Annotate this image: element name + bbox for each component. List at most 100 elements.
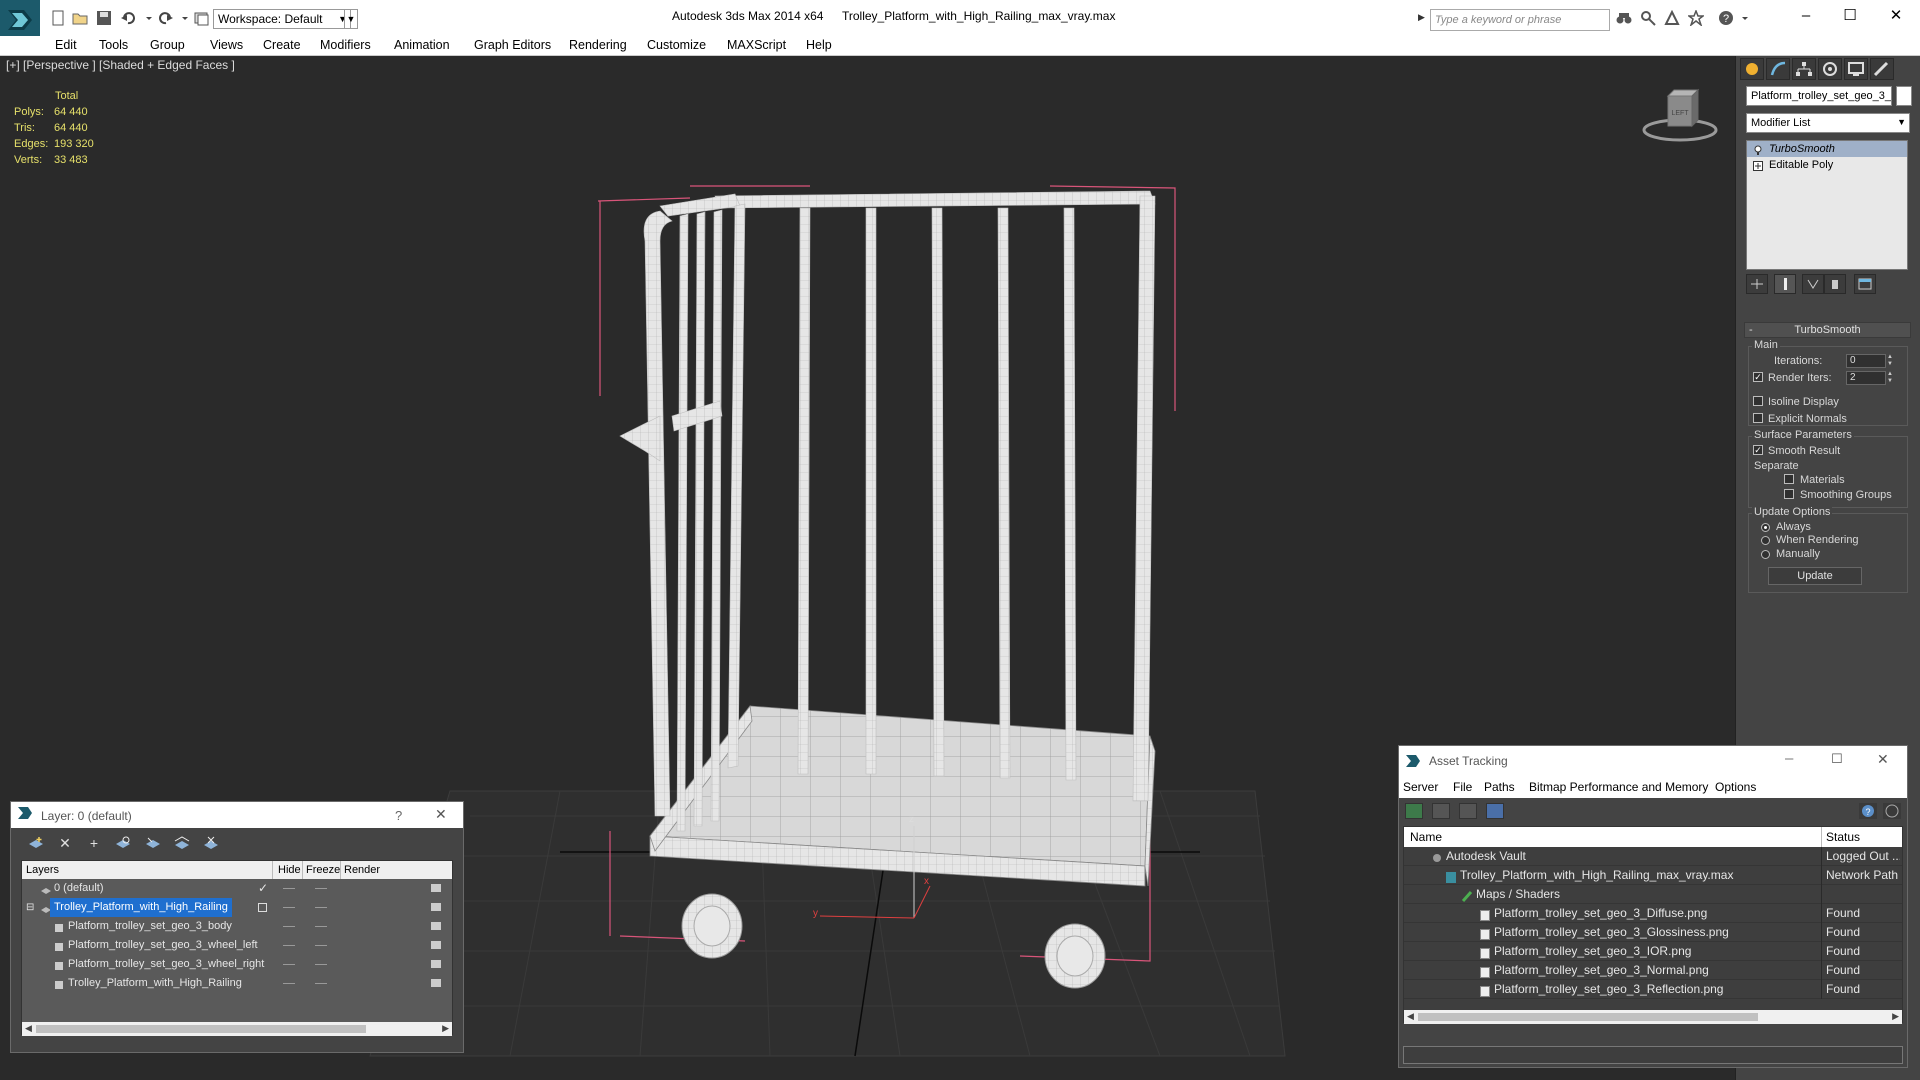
close-icon[interactable]: ✕	[435, 806, 447, 823]
subscription-icon[interactable]	[1664, 9, 1680, 26]
tab-hierarchy[interactable]	[1792, 58, 1816, 80]
help-icon[interactable]: ?	[1859, 803, 1877, 819]
asset-menu-file[interactable]: File	[1453, 780, 1472, 794]
delete-layer-icon[interactable]: ✕	[56, 835, 74, 851]
scroll-right-icon[interactable]: ▶	[1892, 1011, 1899, 1022]
when-rendering-radio[interactable]	[1761, 536, 1770, 545]
asset-row-texture[interactable]: Platform_trolley_set_geo_3_IOR.png Found	[1404, 942, 1902, 961]
spinner-arrows-icon[interactable]: ▲ ▼	[1886, 371, 1894, 385]
binoculars-icon[interactable]	[1616, 10, 1632, 26]
menu-graph-editors[interactable]: Graph Editors	[474, 38, 551, 52]
menu-rendering[interactable]: Rendering	[569, 38, 627, 52]
scrollbar-thumb[interactable]	[1418, 1013, 1758, 1021]
layer-row-selected[interactable]: ⊟ Trolley_Platform_with_High_Railing	[22, 898, 452, 917]
workspace-dropdown[interactable]: Workspace: Default ▼	[213, 9, 351, 29]
render-teapot-icon[interactable]	[431, 884, 441, 892]
show-end-result-button[interactable]	[1774, 274, 1796, 294]
asset-row-texture[interactable]: Platform_trolley_set_geo_3_Diffuse.png F…	[1404, 904, 1902, 923]
hide-all-layers-icon[interactable]	[173, 835, 191, 851]
layer-dialog-titlebar[interactable]: Layer: 0 (default) ? ✕	[11, 802, 463, 828]
menu-modifiers[interactable]: Modifiers	[320, 38, 371, 52]
asset-row-maps-folder[interactable]: Maps / Shaders	[1404, 885, 1902, 904]
menu-edit[interactable]: Edit	[55, 38, 77, 52]
new-file-icon[interactable]	[50, 10, 66, 26]
modifier-list-dropdown[interactable]: Modifier List ▼	[1746, 113, 1910, 133]
collapse-icon[interactable]: ⊟	[26, 898, 34, 917]
column-name[interactable]: Name	[1410, 830, 1442, 844]
column-freeze[interactable]: Freeze	[306, 864, 340, 876]
asset-row-vault[interactable]: Autodesk Vault Logged Out ...	[1404, 847, 1902, 866]
explicit-normals-checkbox[interactable]	[1753, 413, 1763, 423]
minimize-button[interactable]: –	[1786, 4, 1826, 28]
tab-modify[interactable]	[1766, 58, 1790, 80]
help-icon[interactable]: ?	[1718, 10, 1734, 26]
active-layer-check-icon[interactable]: ✓	[258, 879, 268, 898]
menu-group[interactable]: Group	[150, 38, 185, 52]
object-name-field[interactable]: Platform_trolley_set_geo_3_	[1746, 86, 1892, 106]
redo-icon[interactable]	[158, 10, 174, 26]
help-icon[interactable]: ?	[395, 808, 402, 823]
open-file-icon[interactable]	[72, 10, 88, 26]
select-objects-icon[interactable]	[114, 835, 132, 851]
update-button[interactable]: Update	[1768, 567, 1862, 585]
asset-row-max-file[interactable]: Trolley_Platform_with_High_Railing_max_v…	[1404, 866, 1902, 885]
thumbnail-view-icon[interactable]	[1459, 803, 1477, 819]
column-hide[interactable]: Hide	[278, 864, 301, 876]
lightbulb-icon[interactable]	[1753, 144, 1763, 155]
list-view-icon[interactable]	[1432, 803, 1450, 819]
asset-horizontal-scrollbar[interactable]: ◀ ▶	[1404, 1010, 1902, 1024]
highlight-layer-icon[interactable]	[144, 835, 162, 851]
help-dropdown-icon[interactable]	[1742, 10, 1758, 26]
asset-menu-bitmap-performance[interactable]: Bitmap Performance and Memory	[1529, 780, 1708, 794]
project-folder-icon[interactable]	[194, 10, 210, 26]
close-button[interactable]: ✕	[1876, 4, 1916, 28]
tab-utilities[interactable]	[1870, 58, 1894, 80]
add-to-layer-icon[interactable]: +	[85, 835, 103, 851]
column-layers[interactable]: Layers	[26, 864, 59, 876]
maximize-button[interactable]: ☐	[1830, 4, 1870, 28]
stack-item-turbosmooth[interactable]: TurboSmooth	[1747, 141, 1907, 157]
table-view-icon[interactable]	[1486, 803, 1504, 819]
render-teapot-icon[interactable]	[431, 922, 441, 930]
asset-row-texture[interactable]: Platform_trolley_set_geo_3_Glossiness.pn…	[1404, 923, 1902, 942]
render-iters-checkbox[interactable]: ✓	[1753, 372, 1763, 382]
scroll-left-icon[interactable]: ◀	[1407, 1011, 1414, 1022]
layer-object-row[interactable]: Platform_trolley_set_geo_3_body	[22, 917, 452, 936]
close-button[interactable]: ✕	[1877, 751, 1889, 768]
asset-row-texture[interactable]: Platform_trolley_set_geo_3_Normal.png Fo…	[1404, 961, 1902, 980]
scrollbar-thumb[interactable]	[36, 1025, 366, 1033]
create-layer-icon[interactable]	[27, 835, 45, 851]
freeze-all-layers-icon[interactable]	[202, 835, 220, 851]
layer-object-row[interactable]: Platform_trolley_set_geo_3_wheel_left	[22, 936, 452, 955]
layer-row[interactable]: 0 (default) ✓	[22, 879, 452, 898]
menu-help[interactable]: Help	[806, 38, 832, 52]
scroll-right-icon[interactable]: ▶	[442, 1023, 449, 1034]
expand-plus-icon[interactable]	[1753, 160, 1763, 171]
minimize-button[interactable]: –	[1785, 750, 1793, 767]
menu-customize[interactable]: Customize	[647, 38, 706, 52]
pin-stack-button[interactable]	[1746, 274, 1768, 294]
render-teapot-icon[interactable]	[431, 960, 441, 968]
viewcube[interactable]: LEFT	[1640, 86, 1720, 146]
column-status[interactable]: Status	[1826, 830, 1860, 844]
context-help-icon[interactable]	[1883, 803, 1901, 819]
column-render[interactable]: Render	[344, 864, 380, 876]
set-active-box[interactable]	[258, 903, 267, 912]
render-iters-spinner[interactable]: 2	[1846, 371, 1886, 385]
favorites-star-icon[interactable]	[1686, 8, 1706, 28]
tab-display[interactable]	[1844, 58, 1868, 80]
viewport-label-menu[interactable]: [+] [Perspective ] [Shaded + Edged Faces…	[6, 58, 235, 72]
asset-menu-server[interactable]: Server	[1403, 780, 1438, 794]
tab-motion[interactable]	[1818, 58, 1842, 80]
scroll-left-icon[interactable]: ◀	[25, 1023, 32, 1034]
configure-modifier-sets-button[interactable]	[1854, 274, 1876, 294]
turbosmooth-rollout-header[interactable]: - TurboSmooth	[1744, 322, 1911, 338]
save-icon[interactable]	[96, 10, 112, 26]
refresh-icon[interactable]	[1405, 803, 1423, 819]
iterations-spinner[interactable]: 0	[1846, 354, 1886, 368]
undo-icon[interactable]	[120, 10, 136, 26]
tab-create[interactable]	[1740, 58, 1764, 80]
layer-object-row[interactable]: Platform_trolley_set_geo_3_wheel_right	[22, 955, 452, 974]
layer-horizontal-scrollbar[interactable]: ◀ ▶	[22, 1022, 452, 1036]
menu-tools[interactable]: Tools	[99, 38, 128, 52]
